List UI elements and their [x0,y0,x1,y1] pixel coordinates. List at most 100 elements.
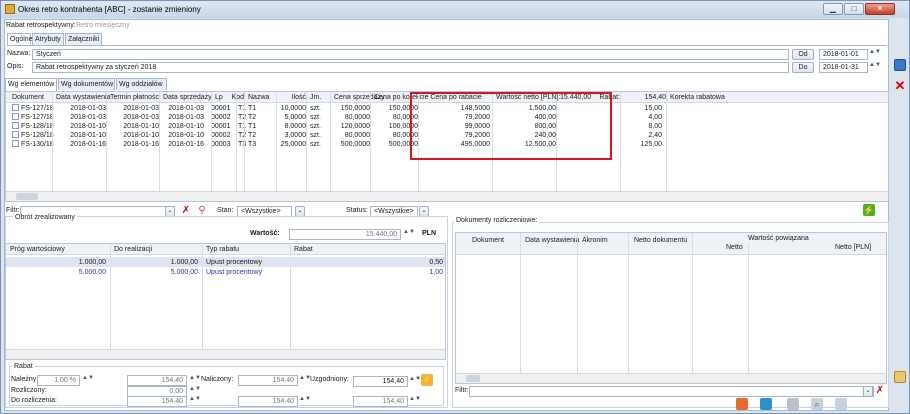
dokumenty-filter-input[interactable] [469,386,874,397]
uzgodniony-field[interactable]: 154,40 [353,376,408,387]
nalezny-pct-spin-icon[interactable]: ▲▼ [82,375,94,385]
col-data-wystawienia: Data wystawienia [56,94,111,101]
cell-dokument: FS-128/18 [21,132,54,139]
cell-ilosc: 8,0000 [284,123,306,130]
row-checkbox[interactable] [12,140,19,147]
cell-ilosc: 25,0000 [280,141,306,148]
cell-dokument-wrap: FS-127/18 [10,113,54,122]
uzgodnij-icon[interactable]: ⚡ [421,374,433,386]
dokumenty-scrollbar[interactable] [456,373,886,383]
od-spin-icon[interactable]: ▲▼ [869,49,881,59]
column-divider [306,92,307,191]
cell-data-sprzedazy: 2018-01-10 [168,123,204,130]
cell-rabat: 4,00 [648,114,662,121]
tab-wg-elementow[interactable]: Wg elementów [5,78,57,91]
do-rozliczenia-field-1[interactable]: 154,40 [127,396,187,407]
cell-jm: szt. [310,132,321,139]
cancel-icon[interactable]: ✕ [894,79,906,92]
delete-icon[interactable] [835,398,847,410]
row-checkbox[interactable] [12,122,19,129]
opis-field[interactable]: Rabat retrospektywny za styczeń 2018 [32,62,789,73]
cell-nazwa: T1 [248,123,257,130]
minimize-button[interactable]: ▁ [823,3,843,15]
nalezny-spin-icon[interactable]: ▲▼ [189,375,201,385]
tab-zalaczniki[interactable]: Załączniki [65,33,102,45]
cell-lp: 00002 [211,114,231,121]
col-kod: Kod [231,94,244,101]
uzgodniony-spin-icon[interactable]: ▲▼ [409,376,421,386]
nalezny-value-field[interactable]: 154,40 [127,375,187,386]
col-akronim: Akronim [582,237,608,244]
naliczony-spin-icon[interactable]: ▲▼ [299,375,311,385]
column-divider [236,92,237,191]
nalezny-pct-field[interactable]: 1,00 % [37,375,80,386]
prog-row2-realizacja: 5.000,00 [170,269,198,276]
export-icon[interactable] [760,398,772,410]
rabat-retro-label: Rabat retrospektywny: [6,22,76,29]
cell-data-sprzedazy: 2018-01-16 [168,141,204,148]
column-divider [211,92,212,191]
row-checkbox[interactable] [12,131,19,138]
cell-ilosc: 3,0000 [284,132,306,139]
tab-atrybuty[interactable]: Atrybuty [32,33,64,45]
od-button[interactable]: Od [792,49,814,60]
uzgodniony-label: Uzgodniony: [310,376,349,383]
do-spin-icon[interactable]: ▲▼ [869,62,881,72]
dokumenty-clear-filter-icon[interactable]: ✗ [874,385,886,397]
cell-data-wystawienia: 2018-01-16 [70,141,106,148]
scroll-thumb[interactable] [16,193,38,200]
cell-lp: 00001 [211,105,231,112]
link-icon[interactable] [787,398,799,410]
do-rozliczenia-spin-1-icon[interactable]: ▲▼ [189,396,201,406]
add-document-icon[interactable] [736,398,748,410]
cell-rabat: 2,40 [648,132,662,139]
notes-icon[interactable] [894,371,906,383]
nazwa-field[interactable]: Styczeń [32,49,789,60]
wartosc-spin-icon[interactable]: ▲▼ [403,229,415,239]
horizontal-scrollbar[interactable] [6,191,888,201]
od-date-field[interactable]: 2018-01-01 [819,49,868,60]
dokumenty-table: Dokument Data wystawienia Akronim Netto … [455,232,887,384]
do-rozliczenia-field-3[interactable]: 154,40 [353,396,408,407]
dokumenty-filter-label: Filtr: [455,387,469,394]
row-checkbox[interactable] [12,113,19,120]
dokumenty-scroll-thumb[interactable] [466,375,480,382]
col-termin-platnosci: Termin płatności [110,94,161,101]
cell-jm: szt. [310,105,321,112]
tab-wg-oddzialow[interactable]: Wg oddziałów [116,78,167,90]
do-rozliczenia-spin-3-icon[interactable]: ▲▼ [409,396,421,406]
tab-wg-dokumentow[interactable]: Wg dokumentów [58,78,115,90]
col-nazwa: Nazwa [248,94,270,101]
maximize-button[interactable]: □ [844,3,864,15]
title-bar: Okres retro kontrahenta [ABC] - zostanie… [1,1,909,18]
search-icon[interactable]: ⌕ [811,398,823,410]
cell-termin-platnosci: 2018-01-03 [123,114,159,121]
progi-scrollbar[interactable] [6,349,445,359]
refresh-icon[interactable]: ⚡ [863,204,875,216]
col-lp: Lp [215,94,223,101]
dokumenty-filter-dropdown-icon[interactable]: ⌄ [863,386,873,397]
cell-lp: 00002 [211,132,231,139]
cell-nazwa: T1 [248,105,257,112]
cell-ilosc: 10,0000 [280,105,306,112]
cell-rabat: 125,00 [640,141,662,148]
save-icon[interactable] [894,59,906,71]
do-date-field[interactable]: 2018-01-31 [819,62,868,73]
column-divider [370,92,371,191]
cell-rabat: 8,00 [648,123,662,130]
cell-nazwa: T3 [248,141,257,148]
nalezny-label: Należny [11,376,37,383]
form-area: Rabat retrospektywny: Retro miesięczny O… [4,19,889,411]
naliczony-field[interactable]: 154,40 [238,375,298,386]
cell-termin-platnosci: 2018-01-03 [123,105,159,112]
rozliczony-spin-icon[interactable]: ▲▼ [189,386,201,396]
close-button[interactable]: ✕ [865,3,895,15]
row-checkbox[interactable] [12,104,19,111]
cell-termin-platnosci: 2018-01-16 [123,141,159,148]
do-rozliczenia-field-2[interactable]: 154,40 [238,396,298,407]
do-rozliczenia-spin-2-icon[interactable]: ▲▼ [299,396,311,406]
cell-dokument: FS-127/18 [21,114,54,121]
wartosc-field[interactable]: 15.440,00 [289,229,401,240]
cell-data-wystawienia: 2018-01-10 [70,123,106,130]
do-button[interactable]: Do [792,62,814,73]
